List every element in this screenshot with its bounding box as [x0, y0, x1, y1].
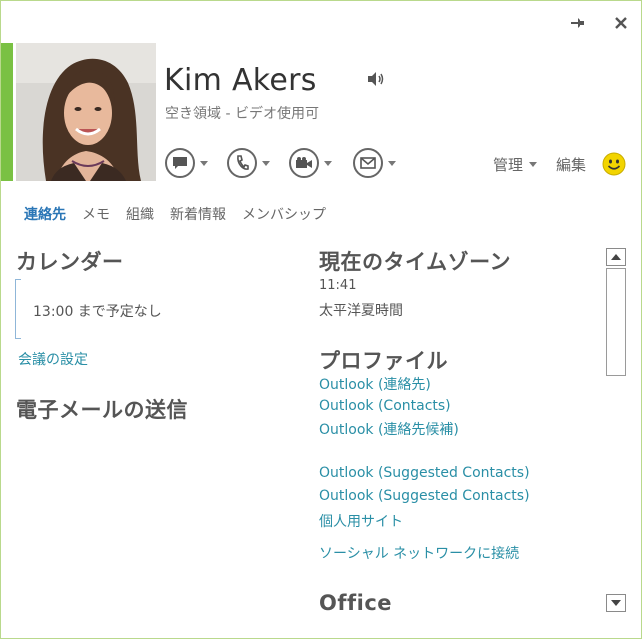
- im-button[interactable]: [165, 148, 208, 178]
- tab-membership[interactable]: メンバシップ: [242, 204, 326, 224]
- presence-indicator: [1, 43, 13, 181]
- local-time: 11:41: [319, 278, 357, 293]
- manage-label: 管理: [493, 156, 524, 174]
- chevron-down-icon: [388, 160, 396, 166]
- office-heading: Office: [319, 591, 393, 615]
- video-camera-icon: [289, 148, 319, 178]
- scroll-up-button[interactable]: [606, 248, 626, 266]
- profile-link-my-site[interactable]: 個人用サイト: [319, 511, 403, 531]
- scroll-down-button[interactable]: [606, 594, 626, 612]
- profile-link-outlook-suggested-1[interactable]: Outlook (Suggested Contacts): [319, 465, 530, 481]
- profile-heading: プロファイル: [319, 349, 448, 373]
- envelope-icon: [353, 148, 383, 178]
- profile-link-outlook-contacts[interactable]: Outlook (Contacts): [319, 398, 451, 414]
- tab-whats-new[interactable]: 新着情報: [170, 204, 226, 224]
- tab-contact[interactable]: 連絡先: [24, 204, 66, 224]
- tab-notes[interactable]: メモ: [82, 204, 110, 224]
- profile-link-outlook-contacts-ja[interactable]: Outlook (連絡先): [319, 374, 431, 394]
- close-icon[interactable]: [610, 12, 632, 34]
- call-button[interactable]: [227, 148, 270, 178]
- video-button[interactable]: [289, 148, 332, 178]
- schedule-meeting-link[interactable]: 会議の設定: [18, 349, 88, 369]
- arrow-down-icon: [611, 600, 621, 606]
- contact-card: Kim Akers 空き領域 - ビデオ使用可 管理 編集 連絡先 メモ 組織 …: [0, 0, 642, 639]
- timezone-name: 太平洋夏時間: [319, 303, 403, 319]
- contact-photo: [16, 43, 156, 181]
- timezone-heading: 現在のタイムゾーン: [319, 250, 512, 274]
- speaker-icon[interactable]: [367, 71, 385, 87]
- calendar-heading: カレンダー: [16, 250, 124, 274]
- send-email-heading[interactable]: 電子メールの送信: [16, 394, 188, 424]
- calendar-free-marker: [15, 279, 21, 339]
- chevron-down-icon: [529, 162, 538, 167]
- profile-link-social-connect[interactable]: ソーシャル ネットワークに接続: [319, 543, 519, 563]
- calendar-availability: 13:00 まで予定なし: [33, 304, 162, 320]
- profile-link-outlook-suggested-ja[interactable]: Outlook (連絡先候補): [319, 419, 459, 439]
- smiley-icon[interactable]: [602, 152, 626, 176]
- chevron-down-icon: [324, 160, 332, 166]
- contact-name: Kim Akers: [164, 63, 317, 98]
- chevron-down-icon: [200, 160, 208, 166]
- profile-link-outlook-suggested-2[interactable]: Outlook (Suggested Contacts): [319, 488, 530, 504]
- tab-bar: 連絡先 メモ 組織 新着情報 メンバシップ: [24, 204, 326, 224]
- edit-button[interactable]: 編集: [556, 154, 586, 175]
- manage-menu[interactable]: 管理: [493, 154, 538, 175]
- chat-bubble-icon: [165, 148, 195, 178]
- chevron-down-icon: [262, 160, 270, 166]
- scrollbar-thumb[interactable]: [606, 268, 626, 376]
- presence-status: 空き領域 - ビデオ使用可: [165, 106, 319, 122]
- tab-organization[interactable]: 組織: [126, 204, 154, 224]
- arrow-up-icon: [611, 254, 621, 260]
- email-button[interactable]: [353, 148, 396, 178]
- pin-icon[interactable]: [566, 12, 588, 34]
- phone-icon: [227, 148, 257, 178]
